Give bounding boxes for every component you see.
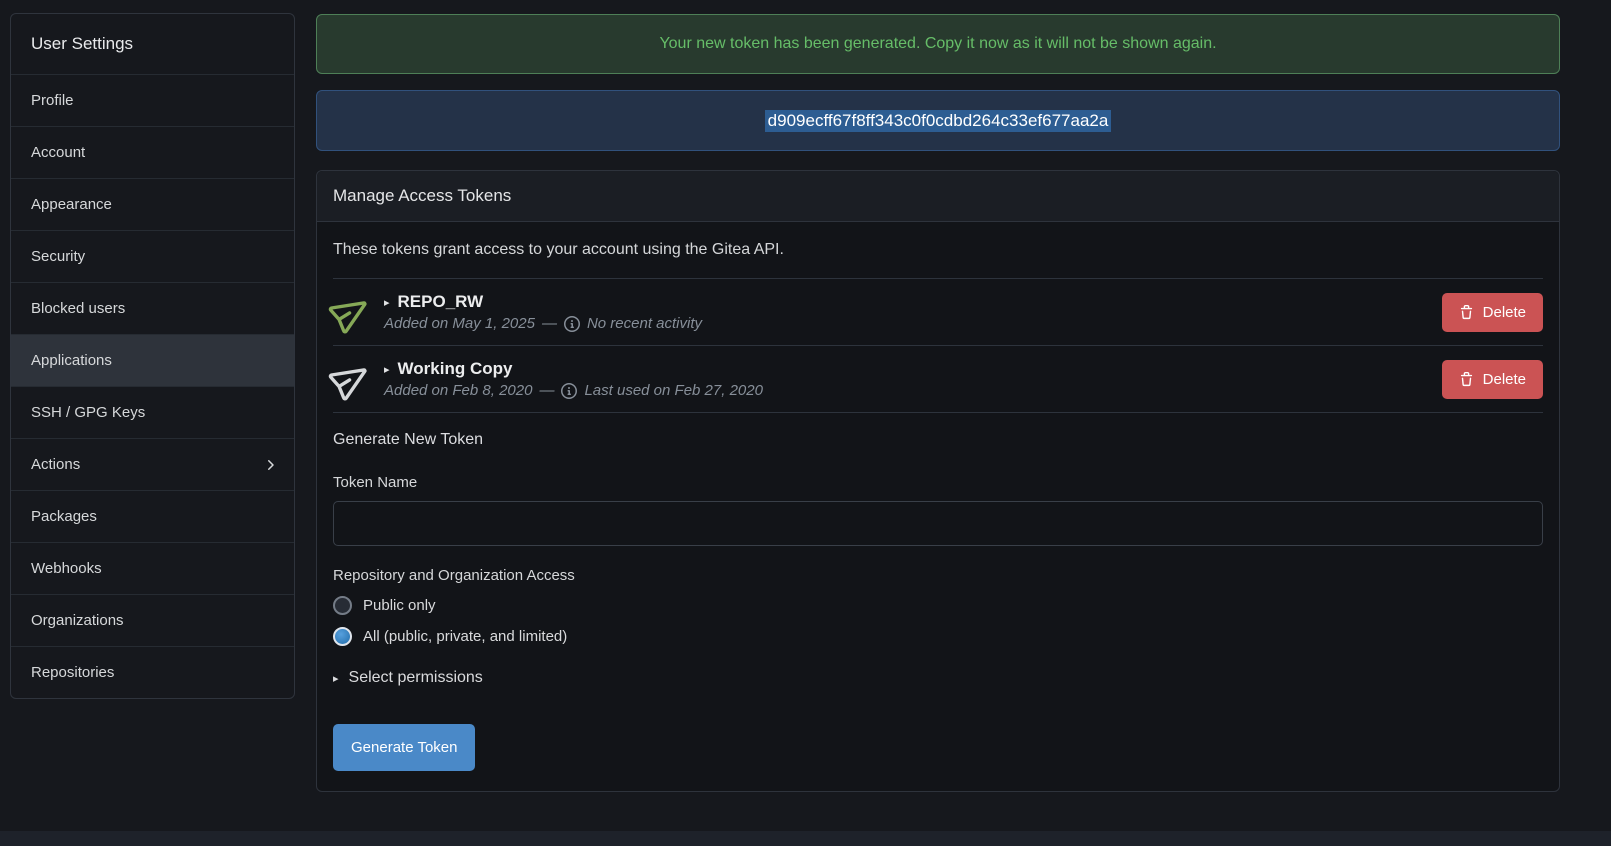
access-scope-label: Repository and Organization Access [333, 567, 1543, 584]
sidebar-item-actions[interactable]: Actions [11, 438, 294, 490]
token-name-input[interactable] [333, 501, 1543, 546]
manage-tokens-panel: Manage Access Tokens These tokens grant … [316, 170, 1560, 792]
info-icon [564, 316, 580, 332]
new-token-value[interactable]: d909ecff67f8ff343c0f0cdbd264c33ef677aa2a [765, 110, 1112, 132]
token-added-date: Added on Feb 8, 2020 [384, 382, 532, 399]
generate-token-section: Generate New Token Token Name Repository… [333, 412, 1543, 791]
settings-sidebar: User Settings Profile Account Appearance… [10, 13, 295, 699]
sidebar-item-packages[interactable]: Packages [11, 490, 294, 542]
sidebar-title: User Settings [11, 14, 294, 74]
delete-button-label: Delete [1483, 371, 1526, 388]
token-name-line[interactable]: ▸ REPO_RW [384, 292, 702, 312]
radio-option-all[interactable]: All (public, private, and limited) [333, 627, 1543, 646]
sidebar-item-ssh-gpg-keys[interactable]: SSH / GPG Keys [11, 386, 294, 438]
token-activity: Last used on Feb 27, 2020 [584, 382, 762, 399]
trash-icon [1459, 372, 1474, 387]
token-name: REPO_RW [398, 292, 484, 312]
token-row: ▸ Working Copy Added on Feb 8, 2020 — La… [333, 345, 1543, 412]
sidebar-item-label: Actions [31, 456, 80, 473]
token-activity: No recent activity [587, 315, 702, 332]
paper-airplane-icon [326, 354, 376, 404]
main-content: Your new token has been generated. Copy … [316, 14, 1560, 792]
radio-unchecked-icon[interactable] [333, 596, 352, 615]
generate-section-title: Generate New Token [333, 431, 1543, 449]
success-alert-message: Your new token has been generated. Copy … [659, 35, 1216, 53]
delete-button-label: Delete [1483, 304, 1526, 321]
success-alert: Your new token has been generated. Copy … [316, 14, 1560, 74]
new-token-display[interactable]: d909ecff67f8ff343c0f0cdbd264c33ef677aa2a [316, 90, 1560, 151]
meta-dash: — [539, 382, 554, 399]
sidebar-item-repositories[interactable]: Repositories [11, 646, 294, 698]
info-icon [561, 383, 577, 399]
triangle-right-icon: ▸ [333, 672, 339, 685]
token-name-label: Token Name [333, 474, 1543, 491]
sidebar-item-profile[interactable]: Profile [11, 74, 294, 126]
sidebar-item-account[interactable]: Account [11, 126, 294, 178]
radio-option-label: Public only [363, 597, 436, 614]
generate-token-button[interactable]: Generate Token [333, 724, 475, 771]
select-permissions-label: Select permissions [349, 669, 483, 687]
sidebar-item-security[interactable]: Security [11, 230, 294, 282]
sidebar-item-organizations[interactable]: Organizations [11, 594, 294, 646]
sidebar-item-appearance[interactable]: Appearance [11, 178, 294, 230]
token-name-line[interactable]: ▸ Working Copy [384, 359, 763, 379]
radio-checked-icon[interactable] [333, 627, 352, 646]
sidebar-item-webhooks[interactable]: Webhooks [11, 542, 294, 594]
select-permissions-toggle[interactable]: ▸ Select permissions [333, 669, 1543, 687]
triangle-right-icon[interactable]: ▸ [384, 363, 390, 376]
panel-title: Manage Access Tokens [317, 171, 1559, 222]
token-meta-line: Added on May 1, 2025 — No recent activit… [384, 315, 702, 332]
delete-token-button[interactable]: Delete [1442, 293, 1543, 332]
token-meta-line: Added on Feb 8, 2020 — Last used on Feb … [384, 382, 763, 399]
radio-option-public-only[interactable]: Public only [333, 596, 1543, 615]
sidebar-item-applications[interactable]: Applications [11, 334, 294, 386]
triangle-right-icon[interactable]: ▸ [384, 296, 390, 309]
page-bottom-strip [0, 831, 1611, 846]
token-name: Working Copy [398, 359, 513, 379]
chevron-right-icon [262, 457, 278, 473]
trash-icon [1459, 305, 1474, 320]
panel-description: These tokens grant access to your accoun… [317, 222, 1559, 278]
delete-token-button[interactable]: Delete [1442, 360, 1543, 399]
token-row: ▸ REPO_RW Added on May 1, 2025 — No rece… [333, 278, 1543, 345]
radio-option-label: All (public, private, and limited) [363, 628, 567, 645]
token-added-date: Added on May 1, 2025 [384, 315, 535, 332]
paper-airplane-icon [326, 287, 376, 337]
sidebar-item-blocked-users[interactable]: Blocked users [11, 282, 294, 334]
meta-dash: — [542, 315, 557, 332]
